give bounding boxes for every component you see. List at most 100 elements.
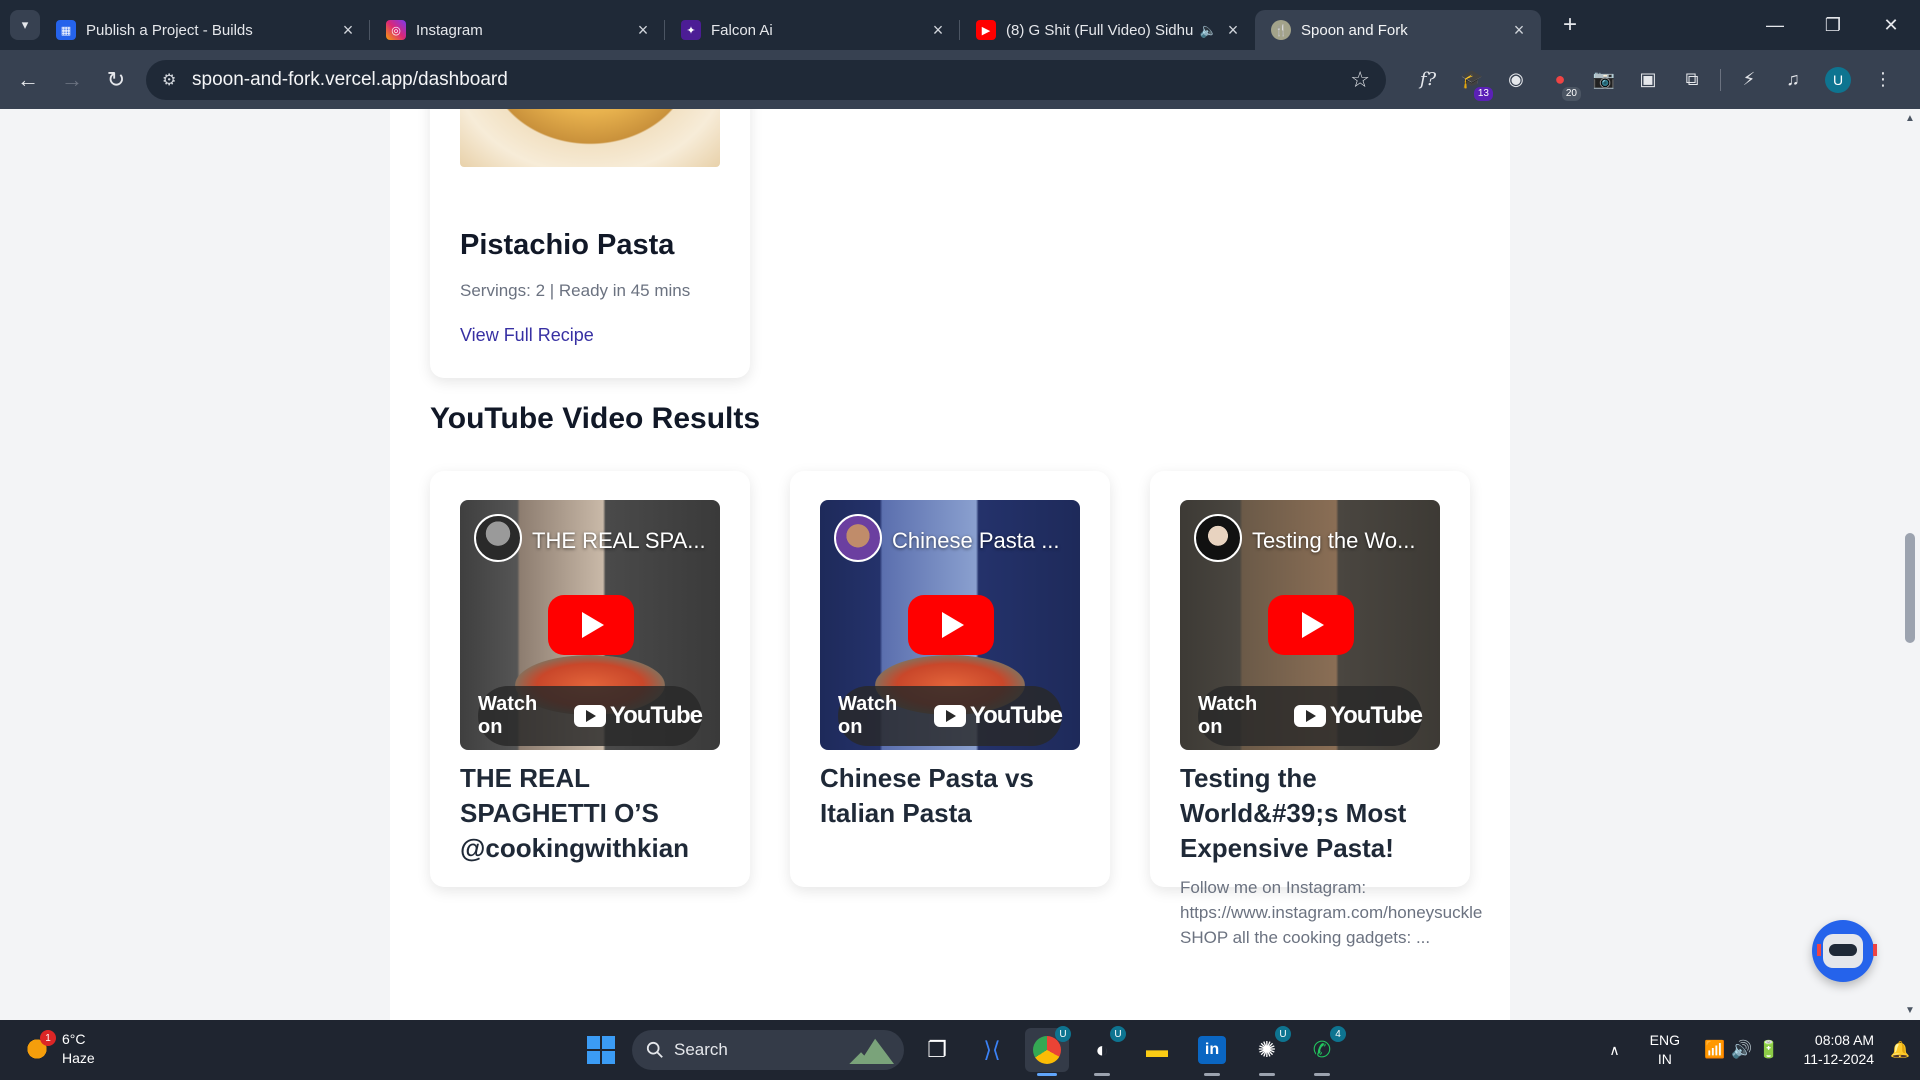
- play-icon[interactable]: [548, 595, 634, 655]
- play-icon[interactable]: [1268, 595, 1354, 655]
- chatbot-button[interactable]: [1812, 920, 1877, 982]
- builds-icon: ▦: [56, 20, 76, 40]
- tab-title: Falcon Ai: [711, 21, 773, 39]
- red-extension-icon[interactable]: ● 20: [1547, 67, 1581, 101]
- view-full-recipe-link[interactable]: View Full Recipe: [460, 325, 594, 346]
- video-thumbnail[interactable]: Chinese Pasta ... Watch on YouTube: [820, 500, 1080, 750]
- recipe-title: Pistachio Pasta: [460, 229, 675, 261]
- chatgpt-icon[interactable]: ✺ U: [1245, 1026, 1291, 1076]
- volume-icon[interactable]: 🔊: [1731, 1040, 1752, 1060]
- close-tab-icon[interactable]: ×: [928, 20, 948, 41]
- whatsapp-icon[interactable]: ✆ 4: [1300, 1026, 1346, 1076]
- media-control-icon[interactable]: ♫: [1780, 67, 1806, 93]
- speaker-icon[interactable]: 🔈: [1200, 22, 1217, 39]
- back-icon[interactable]: ←: [6, 67, 50, 93]
- performance-icon[interactable]: ⚡: [1736, 67, 1762, 93]
- reload-icon[interactable]: ↻: [94, 67, 138, 93]
- grid-extension-icon[interactable]: ▣: [1635, 67, 1661, 93]
- instagram-icon: ◎: [386, 20, 406, 40]
- url-text[interactable]: spoon-and-fork.vercel.app/dashboard: [192, 69, 1350, 91]
- taskbar: 1 6°C Haze Search ❐ ⟩⟨ U ◐ U ▬ in ✺ U ✆ 4 ∧…: [0, 1020, 1920, 1080]
- formula-extension-icon[interactable]: f?: [1415, 67, 1441, 93]
- language-indicator[interactable]: ENG IN: [1650, 1031, 1680, 1069]
- menu-kebab-icon[interactable]: ⋮: [1870, 67, 1896, 93]
- channel-avatar[interactable]: [474, 514, 522, 562]
- thumbnail-title: Chinese Pasta ...: [892, 528, 1060, 553]
- recipe-meta: Servings: 2 | Ready in 45 mins: [460, 281, 691, 300]
- minimize-icon[interactable]: —: [1746, 0, 1804, 50]
- channel-avatar[interactable]: [1194, 514, 1242, 562]
- tab-title: Publish a Project - Builds: [86, 21, 253, 39]
- restore-icon[interactable]: ❐: [1804, 0, 1862, 50]
- tab-search-button[interactable]: ▾: [10, 10, 40, 40]
- mountains-icon: [840, 1038, 894, 1064]
- weather-temperature: 6°C: [62, 1031, 86, 1047]
- scroll-up-icon[interactable]: ▲: [1905, 113, 1915, 124]
- youtube-logo-icon: [573, 705, 606, 727]
- tab-falcon-ai[interactable]: ✦ Falcon Ai ×: [665, 10, 960, 50]
- github-icon[interactable]: ◐ U: [1080, 1026, 1126, 1076]
- watch-on-youtube-button[interactable]: Watch on YouTube: [1198, 686, 1423, 746]
- spoon-fork-icon: 🍴: [1271, 20, 1291, 40]
- tab-instagram[interactable]: ◎ Instagram ×: [370, 10, 665, 50]
- page-scrollbar[interactable]: ▲ ▼: [1900, 109, 1920, 1020]
- close-tab-icon[interactable]: ×: [338, 20, 358, 41]
- recipe-card: Pistachio Pasta Servings: 2 | Ready in 4…: [430, 109, 750, 378]
- close-window-icon[interactable]: ✕: [1862, 0, 1920, 50]
- video-card: Testing the Wo... Watch on YouTube Testi…: [1150, 471, 1482, 947]
- profile-avatar[interactable]: U: [1825, 66, 1851, 93]
- windows-start-icon[interactable]: [580, 1029, 622, 1071]
- youtube-logo-icon: [933, 705, 966, 727]
- scrollbar-thumb[interactable]: [1905, 533, 1915, 643]
- task-view-icon[interactable]: ❐: [915, 1028, 959, 1072]
- color-wheel-icon[interactable]: ◉: [1503, 67, 1529, 93]
- battery-icon[interactable]: 🔋: [1758, 1040, 1779, 1060]
- chrome-icon[interactable]: U: [1025, 1026, 1071, 1076]
- weather-widget[interactable]: 1 6°C Haze: [22, 1030, 95, 1068]
- falcon-icon: ✦: [681, 20, 701, 40]
- chevron-down-icon: ▾: [21, 17, 29, 32]
- notification-bell-icon[interactable]: 🔔: [1890, 1040, 1910, 1060]
- video-thumbnail[interactable]: Testing the Wo... Watch on YouTube: [1180, 500, 1440, 750]
- puzzle-icon[interactable]: ⧉: [1679, 67, 1705, 93]
- tab-spoon-and-fork[interactable]: 🍴 Spoon and Fork ×: [1255, 10, 1541, 50]
- youtube-section-title: YouTube Video Results: [430, 402, 761, 435]
- watch-on-youtube-button[interactable]: Watch on YouTube: [838, 686, 1063, 746]
- address-bar: ← → ↻ ⚙ spoon-and-fork.vercel.app/dashbo…: [0, 50, 1920, 109]
- extensions-area: f? 🎓 13 ◉ ● 20 📷 ▣ ⧉ ⚡ ♫ U ⋮: [1406, 66, 1905, 101]
- new-tab-button[interactable]: +: [1555, 11, 1585, 39]
- show-hidden-icons[interactable]: ∧: [1609, 1042, 1619, 1059]
- taskbar-search[interactable]: Search: [632, 1030, 904, 1070]
- video-title: THE REAL SPAGHETTI O’S @cookingwithkian: [460, 763, 690, 863]
- video-thumbnail[interactable]: THE REAL SPA... Watch on YouTube: [460, 500, 720, 750]
- vscode-icon[interactable]: ⟩⟨: [970, 1028, 1014, 1072]
- youtube-logo-icon: [1293, 705, 1326, 727]
- tab-builds[interactable]: ▦ Publish a Project - Builds ×: [40, 10, 370, 50]
- video-card: Chinese Pasta ... Watch on YouTube Chine…: [790, 471, 1110, 887]
- weather-sun-icon: 1: [22, 1030, 56, 1064]
- thumbnail-title: Testing the Wo...: [1252, 528, 1416, 553]
- play-icon[interactable]: [908, 595, 994, 655]
- camera-icon[interactable]: 📷: [1591, 67, 1617, 93]
- wifi-icon[interactable]: 📶: [1704, 1040, 1725, 1060]
- linkedin-icon[interactable]: in: [1190, 1028, 1234, 1076]
- omnibox[interactable]: ⚙ spoon-and-fork.vercel.app/dashboard ☆: [146, 59, 1386, 100]
- tab-title: (8) G Shit (Full Video) Sidhu: [1006, 21, 1194, 39]
- dashboard-content: Pistachio Pasta Servings: 2 | Ready in 4…: [390, 109, 1510, 1020]
- close-tab-icon[interactable]: ×: [1509, 20, 1529, 41]
- forward-icon[interactable]: →: [50, 67, 94, 93]
- channel-avatar[interactable]: [834, 514, 882, 562]
- recipe-image: [460, 109, 720, 167]
- close-tab-icon[interactable]: ×: [633, 20, 653, 41]
- tab-title: Spoon and Fork: [1301, 21, 1408, 39]
- tab-youtube[interactable]: ▶ (8) G Shit (Full Video) Sidhu 🔈 ×: [960, 10, 1255, 50]
- clock[interactable]: 08:08 AM 11-12-2024: [1804, 1031, 1875, 1069]
- site-settings-icon[interactable]: ⚙: [162, 70, 192, 90]
- bookmark-star-icon[interactable]: ☆: [1350, 67, 1370, 93]
- hat-extension-icon[interactable]: 🎓 13: [1459, 67, 1493, 101]
- scroll-down-icon[interactable]: ▼: [1905, 1005, 1915, 1016]
- tab-strip: ▾ ▦ Publish a Project - Builds × ◎ Insta…: [0, 0, 1920, 50]
- file-explorer-icon[interactable]: ▬: [1135, 1028, 1179, 1072]
- watch-on-youtube-button[interactable]: Watch on YouTube: [478, 686, 703, 746]
- close-tab-icon[interactable]: ×: [1223, 20, 1243, 41]
